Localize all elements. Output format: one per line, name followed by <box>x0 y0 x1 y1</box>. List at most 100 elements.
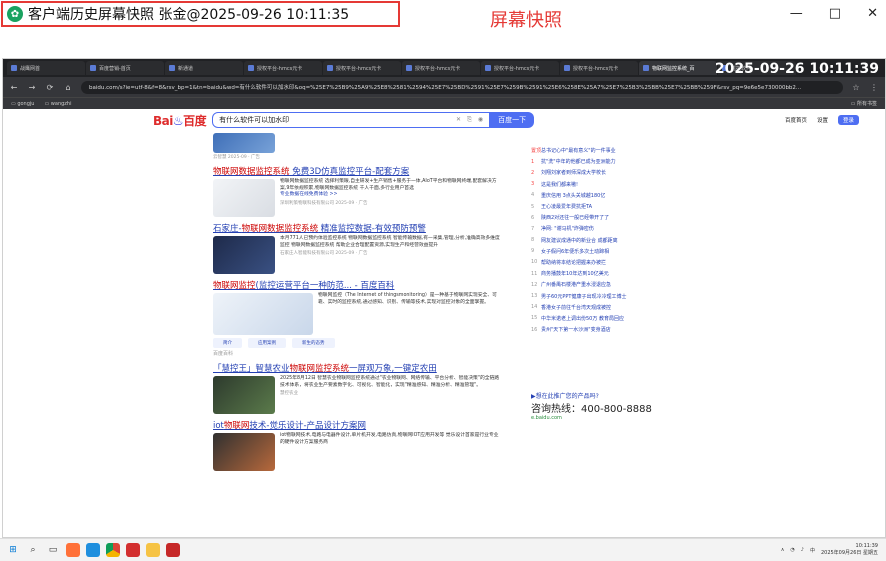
home-icon[interactable]: ⌂ <box>63 83 73 92</box>
network-icon[interactable]: ◔ <box>790 547 794 553</box>
chrome-icon[interactable] <box>106 543 120 557</box>
favicon-icon <box>248 65 254 71</box>
hot-search-item[interactable]: 4 重庆信用 3点头关城越180亿 <box>531 190 681 201</box>
result-thumbnail[interactable] <box>213 236 275 274</box>
address-bar[interactable]: baidu.com/s?ie=utf-8&f=8&rsv_bp=1&tn=bai… <box>81 80 843 94</box>
ad-box: ▶想在此推广您的产品吗? 咨询热线：400-800-8888 e.baidu.c… <box>531 391 711 421</box>
chevron-up-icon[interactable]: ∧ <box>781 547 785 553</box>
hot-search-item[interactable]: 8 网友建议成通中的新业合 成都距离 <box>531 235 681 246</box>
result-thumbnail[interactable] <box>213 376 275 414</box>
browser-tab[interactable]: 百度营销-首页 <box>86 61 164 75</box>
menu-icon[interactable]: ⋮ <box>869 83 879 92</box>
favicon-icon <box>564 65 570 71</box>
ime-icon[interactable]: 中 <box>810 547 815 554</box>
result-thumbnail[interactable] <box>213 293 313 335</box>
result-link[interactable]: 专业数据在线免费体验 >> <box>280 192 503 199</box>
result-title[interactable]: iot物联网技术-觉乐设计-产品设计方案网 <box>213 419 503 431</box>
hot-search-item[interactable]: 15 中华米诺老上调出份50万 教育局回应 <box>531 313 681 324</box>
volume-icon[interactable]: ♪ <box>801 547 804 553</box>
login-button[interactable]: 登录 <box>837 115 859 125</box>
hot-search-text: 帮助纳将本结论把握来办被拦 <box>541 259 607 266</box>
browser-tab[interactable]: 授权平台-hmcs元卡 <box>323 61 401 75</box>
minimize-button[interactable]: — <box>790 6 803 21</box>
back-icon[interactable]: ← <box>9 83 19 92</box>
result-tag[interactable]: 简介 <box>213 338 242 348</box>
edge-icon[interactable] <box>86 543 100 557</box>
all-bookmarks[interactable]: ▭ 所有书签 <box>851 100 877 107</box>
hot-search-item[interactable]: 10 帮助纳将本结论把握来办被拦 <box>531 257 681 268</box>
hot-search-item[interactable]: 14 香港女子前往千台湾天观成被控 <box>531 302 681 313</box>
wps-icon[interactable] <box>126 543 140 557</box>
firefox-icon[interactable] <box>66 543 80 557</box>
hot-search-text: 女子假问6年便乐多次土动蹄相 <box>541 248 610 255</box>
hot-search-item[interactable]: 3 这是我们都来嗷! <box>531 179 681 190</box>
hot-search-item[interactable]: 16 贵州"天下第一水沙洲"变身酒店 <box>531 324 681 335</box>
result-tags: 简介 应用案例 新生的态势 <box>213 338 503 348</box>
hot-search-item[interactable]: 13 男子60元PPT健康子出现冷冷理工博士 <box>531 290 681 301</box>
header-link-settings[interactable]: 设置 <box>817 116 828 124</box>
ad-url[interactable]: e.baidu.com <box>531 415 711 421</box>
result-title[interactable]: 物联网监控(监控运营平台一种防范... - 百度百科 <box>213 279 503 291</box>
hot-search-rank: 16 <box>531 326 538 333</box>
hot-search-item[interactable]: 6 陕西2对还往一般已经带开了了 <box>531 212 681 223</box>
bookmark-folder[interactable]: ▭ gongju <box>11 101 34 107</box>
result-snippet: 本月771人已预约体验监控系统 物联网数据监控系统 智能传输数据,有一采集,管理… <box>280 236 500 248</box>
snapshot-title-box: ✿ 客户端历史屏幕快照 张金@2025-09-26 10:11:35 <box>1 1 400 27</box>
maximize-button[interactable]: □ <box>829 6 841 21</box>
result-tag[interactable]: 应用案例 <box>248 338 286 348</box>
browser-tab-active[interactable]: 物联网监控系统_百 <box>639 61 717 75</box>
browser-tab[interactable]: 授权平台-hmcs元卡 <box>402 61 480 75</box>
browser-tab[interactable]: 战鹰网首 <box>7 61 85 75</box>
taskbar-clock[interactable]: 10:11:39 2025年09月26日 星期五 <box>821 543 878 557</box>
result-snippet: 物联网监控（The Internet of thingsmonitoring）是… <box>318 293 497 305</box>
hot-search-list: 置顶 总书记心中"最有意义"的一件事业 1 抗"洗"中年的他都已成为亚洲能力 2 刘翔刘家… <box>531 145 681 335</box>
baidu-logo[interactable]: Bai♨百度 <box>153 112 207 129</box>
attachment-icon[interactable]: ⎘ <box>467 116 472 124</box>
windows-start-icon[interactable]: ⊞ <box>6 543 20 557</box>
hot-search-rank: 10 <box>531 259 538 266</box>
search-button[interactable]: 百度一下 <box>490 112 535 128</box>
result-title[interactable]: 石家庄-物联网数据监控系统 精准监控数据-有效预防预警 <box>213 222 503 234</box>
reload-icon[interactable]: ⟳ <box>45 83 55 92</box>
browser-toolbar: ← → ⟳ ⌂ baidu.com/s?ie=utf-8&f=8&rsv_bp=… <box>3 77 885 97</box>
header-link-home[interactable]: 百度首页 <box>785 116 807 124</box>
taskbar: ⊞ ⌕ ▭ ∧ ◔ ♪ 中 10:11:39 2025年09月26日 星期五 <box>0 538 886 561</box>
camera-icon[interactable]: ◉ <box>478 116 483 124</box>
hot-search-item[interactable]: 置顶 总书记心中"最有意义"的一件事业 <box>531 145 681 156</box>
result-snippet: 2025年8月12日 智慧农业物联网监控系统通过"农业物联网、网络传输、平台分析… <box>280 376 500 388</box>
bookmark-folder[interactable]: ▭ wangzhi <box>44 101 71 107</box>
hot-search-item[interactable]: 11 商务播鼓年10年达到10亿美元 <box>531 268 681 279</box>
browser-tab[interactable]: 授权平台-hmcs元卡 <box>244 61 322 75</box>
result-thumbnail[interactable] <box>213 179 275 217</box>
result-item: 「慧控王」智慧农业物联网监控系统一屏观万象,一键定农田 2025年8月12日 智… <box>213 362 503 414</box>
star-icon[interactable]: ☆ <box>851 83 861 92</box>
result-tag[interactable]: 新生的态势 <box>292 338 335 348</box>
app-icon[interactable] <box>166 543 180 557</box>
folder-icon[interactable] <box>146 543 160 557</box>
hot-search-item[interactable]: 2 刘翔刘家者到师深成大学校长 <box>531 167 681 178</box>
browser-tab[interactable]: 新通道 <box>165 61 243 75</box>
hot-search-item[interactable]: 12 广州番禺石楼港产重水浸退应急 <box>531 279 681 290</box>
result-item: 石家庄-物联网数据监控系统 精准监控数据-有效预防预警 本月771人已预约体验监… <box>213 222 503 274</box>
snapshot-title: 客户端历史屏幕快照 张金@2025-09-26 10:11:35 <box>28 7 350 23</box>
ad-title[interactable]: ▶想在此推广您的产品吗? <box>531 391 711 400</box>
search-icon[interactable]: ⌕ <box>26 543 40 557</box>
hot-search-item[interactable]: 7 净网: "谢马机"炸弹密伤 <box>531 223 681 234</box>
browser-tab[interactable]: 授权平台-hmcs元卡 <box>560 61 638 75</box>
result-thumbnail <box>213 133 275 153</box>
hot-search-item[interactable]: 1 抗"洗"中年的他都已成为亚洲能力 <box>531 156 681 167</box>
result-snippet: 物联网数据监控系统 选择利策眼,自主研发+生产销售+服务于一体,AIoT平台和物… <box>280 179 497 191</box>
task-view-icon[interactable]: ▭ <box>46 543 60 557</box>
favicon-icon <box>169 65 175 71</box>
close-button[interactable]: ✕ <box>867 6 878 21</box>
hot-search-text: 中华米诺老上调出份50万 教育局回应 <box>541 315 624 322</box>
hot-search-item[interactable]: 9 女子假问6年便乐多次土动蹄相 <box>531 246 681 257</box>
result-title[interactable]: 物联网数据监控系统 免费3D仿真监控平台-配套方案 <box>213 165 503 177</box>
result-thumbnail[interactable] <box>213 433 275 471</box>
result-title[interactable]: 「慧控王」智慧农业物联网监控系统一屏观万象,一键定农田 <box>213 362 503 374</box>
browser-tab[interactable]: 授权平台-hmcs元卡 <box>481 61 559 75</box>
forward-icon[interactable]: → <box>27 83 37 92</box>
hot-search-item[interactable]: 5 王心凌最爱年费抗拒TA <box>531 201 681 212</box>
clear-icon[interactable]: ✕ <box>456 116 461 124</box>
search-input[interactable]: 有什么软件可以加水印 ✕ ⎘ ◉ <box>212 112 491 128</box>
